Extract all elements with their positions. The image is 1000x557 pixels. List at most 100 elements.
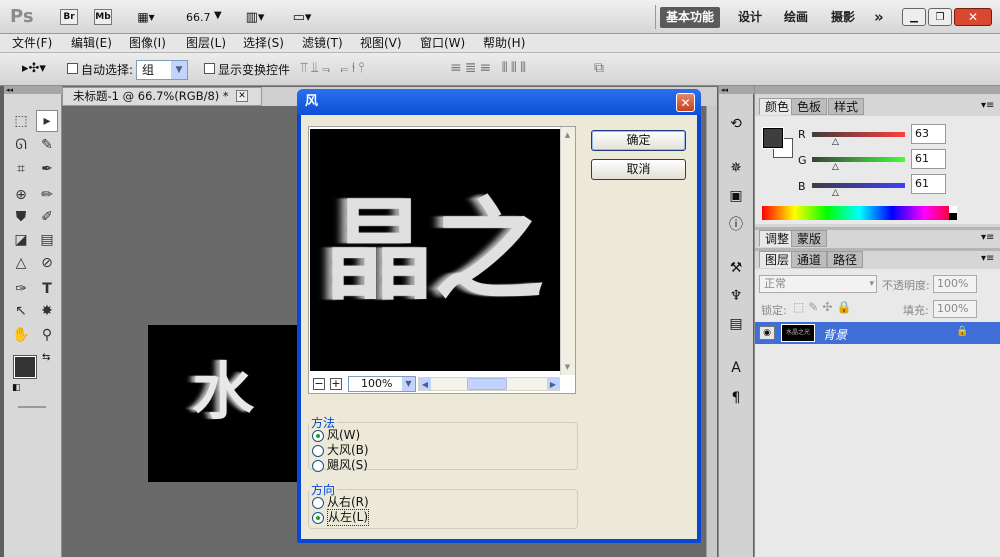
workspace-design[interactable]: 设计 [738, 7, 762, 28]
panel-menu-icon[interactable]: ▾≡ [981, 100, 994, 111]
cancel-button[interactable]: 取消 [591, 159, 686, 180]
scroll-thumb[interactable] [467, 378, 507, 390]
menu-view[interactable]: 视图(V) [360, 35, 402, 52]
blue-slider-handle[interactable]: △ [832, 188, 839, 198]
fill-value[interactable]: 100% [933, 300, 977, 318]
green-slider[interactable] [812, 157, 905, 162]
eraser-tool-icon[interactable]: ◪ [10, 229, 32, 251]
path-selection-tool-icon[interactable]: ↖ [10, 300, 32, 322]
workspace-painting[interactable]: 绘画 [784, 7, 808, 28]
actions-panel-icon[interactable]: ✵ [726, 158, 746, 178]
quick-mask-icon[interactable] [18, 406, 46, 408]
color-spectrum[interactable] [762, 206, 957, 220]
quick-select-tool-icon[interactable]: ✎ [36, 134, 58, 156]
info-panel-icon[interactable]: ⓘ [726, 214, 746, 234]
scroll-right-icon[interactable]: ▶ [547, 378, 559, 390]
align-icons[interactable]: ⫪⫫⫬ ⫭⫮⫯ [300, 60, 367, 76]
zoom-tool-icon[interactable]: ⚲ [36, 324, 58, 346]
close-icon[interactable]: ✕ [676, 93, 695, 112]
auto-select-dropdown[interactable]: 组 ▼ [136, 60, 188, 80]
dodge-tool-icon[interactable]: ⊘ [36, 252, 58, 274]
hand-tool-icon[interactable]: ✋ [10, 324, 32, 346]
menu-select[interactable]: 选择(S) [243, 35, 284, 52]
chevron-down-icon[interactable]: ▼ [402, 377, 415, 391]
navigator-panel-icon[interactable]: ▣ [726, 186, 746, 206]
view-extras-icon[interactable]: ▦▾ [130, 8, 162, 26]
panel-menu-icon[interactable]: ▾≡ [981, 232, 994, 243]
workspace-photography[interactable]: 摄影 [831, 7, 855, 28]
healing-brush-tool-icon[interactable]: ⊕ [10, 184, 32, 206]
green-value[interactable]: 61 [911, 149, 946, 169]
arrange-documents-icon[interactable]: ▥▾ [238, 8, 272, 26]
pen-tool-icon[interactable]: ✑ [10, 278, 32, 300]
red-slider[interactable] [812, 132, 905, 137]
clone-source-icon[interactable]: ♆ [726, 286, 746, 306]
history-brush-tool-icon[interactable]: ✐ [36, 206, 58, 228]
red-value[interactable]: 63 [911, 124, 946, 144]
collapse-icon[interactable]: ◂◂ [719, 86, 754, 94]
lasso-tool-icon[interactable]: ᘏ [10, 134, 32, 156]
mini-bridge-button[interactable]: Mb [94, 9, 112, 25]
blur-tool-icon[interactable]: △ [10, 252, 32, 274]
swap-colors-icon[interactable]: ⇆ [42, 352, 50, 363]
auto-select-checkbox[interactable] [67, 63, 78, 74]
auto-align-icon[interactable]: ⧉ [594, 60, 604, 76]
tab-swatches[interactable]: 色板 [791, 98, 828, 115]
direction-right-radio[interactable]: 从右(R) [312, 495, 369, 510]
transform-controls-checkbox[interactable] [204, 63, 215, 74]
black-swatch[interactable] [949, 213, 957, 220]
tab-layers[interactable]: 图层 [759, 251, 796, 268]
move-tool-icon[interactable]: ▸ [36, 110, 58, 132]
marquee-tool-icon[interactable]: ⬚ [10, 110, 32, 132]
white-swatch[interactable] [949, 206, 957, 213]
lock-icons[interactable]: ⬚✎✣🔒 [793, 300, 855, 314]
document-tab[interactable]: 未标题-1 @ 66.7%(RGB/8) * [62, 87, 262, 106]
preview-zoom-dropdown[interactable]: 100% ▼ [348, 376, 416, 392]
chevron-down-icon[interactable]: ▼ [214, 10, 222, 21]
menu-filter[interactable]: 滤镜(T) [302, 35, 343, 52]
gradient-tool-icon[interactable]: ▤ [36, 229, 58, 251]
zoom-in-button[interactable]: + [330, 378, 342, 390]
history-panel-icon[interactable]: ⟲ [726, 114, 746, 134]
zoom-level[interactable]: 66.7 [186, 11, 211, 24]
blue-value[interactable]: 61 [911, 174, 946, 194]
default-colors-icon[interactable]: ◧ [12, 383, 21, 393]
direction-left-radio[interactable]: 从左(L) [312, 509, 370, 526]
foreground-color-swatch[interactable] [13, 355, 37, 379]
preview-vertical-scrollbar[interactable] [560, 127, 575, 375]
document-canvas[interactable]: 水 水 [148, 325, 308, 482]
clone-stamp-tool-icon[interactable]: ⛊ [10, 206, 32, 228]
scroll-down-icon[interactable]: ▼ [561, 360, 574, 374]
blend-mode-dropdown[interactable]: 正常 ▾ [759, 275, 877, 293]
menu-file[interactable]: 文件(F) [12, 35, 52, 52]
paragraph-panel-icon[interactable]: ¶ [726, 388, 746, 408]
more-workspaces-icon[interactable]: » [874, 7, 884, 28]
vertical-scrollbar[interactable] [706, 106, 717, 557]
type-tool-icon[interactable]: T [36, 278, 58, 300]
ok-button[interactable]: 确定 [591, 130, 686, 151]
red-slider-handle[interactable]: △ [832, 137, 839, 147]
shape-tool-icon[interactable]: ✸ [36, 300, 58, 322]
minimize-icon[interactable]: ▁ [902, 8, 926, 26]
foreground-color-swatch[interactable] [762, 127, 784, 149]
scroll-up-icon[interactable]: ▲ [561, 128, 574, 142]
method-stagger-radio[interactable]: 飓风(S) [312, 458, 368, 473]
tab-masks[interactable]: 蒙版 [791, 230, 828, 247]
zoom-out-button[interactable]: − [313, 378, 325, 390]
tool-presets-icon[interactable]: ▤ [726, 314, 746, 334]
brush-presets-icon[interactable]: ⚒ [726, 258, 746, 278]
layer-name[interactable]: 背景 [823, 326, 847, 343]
bridge-button[interactable]: Br [60, 9, 78, 25]
filter-preview[interactable]: 晶之 晶之 [310, 129, 560, 371]
collapse-icon[interactable]: ◂◂ [4, 86, 62, 94]
method-wind-radio[interactable]: 风(W) [312, 428, 360, 443]
tab-paths[interactable]: 路径 [827, 251, 864, 268]
screen-mode-icon[interactable]: ▭▾ [285, 8, 319, 26]
menu-layer[interactable]: 图层(L) [186, 35, 226, 52]
dialog-title-bar[interactable]: 风 [297, 89, 701, 115]
menu-help[interactable]: 帮助(H) [483, 35, 525, 52]
method-blast-radio[interactable]: 大风(B) [312, 443, 369, 458]
tab-styles[interactable]: 样式 [828, 98, 865, 115]
crop-tool-icon[interactable]: ⌗ [10, 158, 32, 180]
visibility-eye-icon[interactable]: ◉ [759, 326, 775, 340]
